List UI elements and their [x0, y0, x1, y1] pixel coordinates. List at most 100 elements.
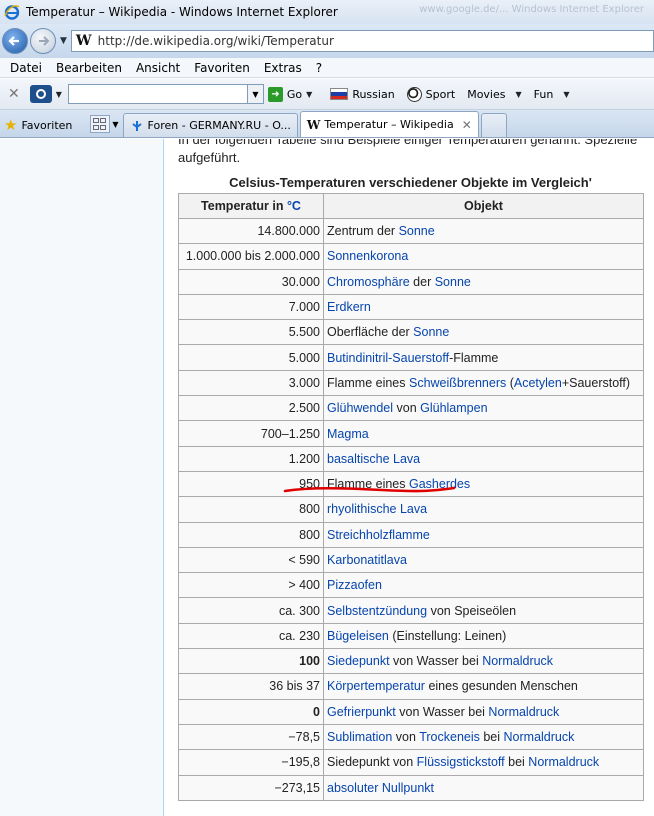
wiki-link[interactable]: Normaldruck [504, 730, 575, 744]
menu-ansicht[interactable]: Ansicht [136, 61, 180, 75]
wiki-link[interactable]: Erdkern [327, 300, 371, 314]
menu-help[interactable]: ? [316, 61, 322, 75]
quick-tabs-icon[interactable] [90, 115, 111, 133]
wiki-link[interactable]: Normaldruck [488, 705, 559, 719]
logo-dropdown-icon[interactable]: ▼ [56, 90, 62, 99]
wiki-link[interactable]: Streichholzflamme [327, 528, 430, 542]
wiki-link[interactable]: Normaldruck [482, 654, 553, 668]
object-cell: Siedepunkt von Flüssigstickstoff bei Nor… [323, 749, 644, 776]
table-row: 1.200 basaltische Lava [178, 445, 644, 472]
close-tab-icon[interactable]: ✕ [462, 118, 472, 132]
object-text: Flamme eines [327, 375, 409, 390]
menu-favoriten[interactable]: Favoriten [194, 61, 250, 75]
go-button[interactable]: ➜ Go ▼ [267, 86, 318, 102]
wiki-link[interactable]: Trockeneis [419, 730, 480, 744]
toolbar-search-input[interactable] [67, 84, 248, 104]
wiki-link[interactable]: rhyolithische Lava [327, 502, 427, 516]
tab-germany-ru[interactable]: Foren - GERMANY.RU - O... [122, 113, 298, 137]
go-label: Go [286, 87, 303, 101]
new-tab-button[interactable] [480, 113, 507, 137]
object-cell: Flamme eines Schweißbrenners (Acetylen+S… [323, 369, 644, 397]
wiki-link[interactable]: Sonne [435, 275, 471, 289]
temperature-cell: 14.800.000 [178, 217, 324, 245]
temperature-cell: −273,15 [178, 774, 324, 801]
object-cell: Selbstentzündung von Speiseölen [323, 597, 644, 624]
temperature-cell: 1.000.000 bis 2.000.000 [178, 243, 324, 270]
object-text: +Sauerstoff) [561, 375, 631, 390]
table-row: −195,8 Siedepunkt von Flüssigstickstoff b… [178, 749, 644, 776]
table-row: 1.000.000 bis 2.000.000 Sonnenkorona [178, 243, 644, 270]
back-button[interactable] [2, 28, 28, 54]
go-arrow-icon: ➜ [267, 86, 283, 102]
temperature-cell: 2.500 [178, 395, 324, 422]
wiki-link[interactable]: Acetylen [514, 376, 562, 390]
object-text: -Flamme [449, 350, 499, 365]
star-icon: ★ [4, 116, 18, 134]
go-dropdown-icon[interactable]: ▼ [306, 90, 312, 99]
wiki-link[interactable]: Chromosphäre [327, 275, 410, 289]
wiki-link[interactable]: basaltische Lava [327, 452, 420, 466]
wiki-link[interactable]: Glühlampen [420, 401, 487, 415]
tab-temperatur[interactable]: W Temperatur – Wikipedia ✕ [299, 111, 479, 137]
movies-button[interactable]: Movies ▼ [467, 88, 521, 101]
wiki-link[interactable]: Flüssigstickstoff [417, 755, 505, 769]
celsius-link[interactable]: °C [287, 199, 301, 213]
wiki-link[interactable]: Selbstentzündung [327, 604, 427, 618]
wiki-link[interactable]: Sublimation [327, 730, 392, 744]
object-text: von Wasser bei [395, 704, 489, 719]
table-row: 800 Streichholzflamme [178, 521, 644, 548]
search-dropdown-icon[interactable]: ▼ [247, 84, 264, 104]
wiki-link[interactable]: Pizzaofen [327, 578, 382, 592]
menu-bearbeiten[interactable]: Bearbeiten [56, 61, 122, 75]
russian-button[interactable]: Russian [330, 88, 395, 101]
object-cell: Erdkern [323, 293, 644, 321]
wiki-link[interactable]: Glühwendel [327, 401, 393, 415]
object-text: eines gesunden Menschen [424, 679, 578, 694]
window-title: Temperatur – Wikipedia - Windows Interne… [26, 5, 338, 19]
object-text: bei [479, 730, 504, 745]
table-row: 0 Gefrierpunkt von Wasser bei Normaldruck [178, 698, 644, 725]
favorites-label: Favoriten [21, 118, 73, 132]
address-bar[interactable]: W http://de.wikipedia.org/wiki/Temperatu… [70, 30, 654, 52]
wiki-link[interactable]: Bügeleisen [327, 629, 389, 643]
forward-arrow-icon [39, 36, 50, 46]
wiki-link[interactable]: Gefrierpunkt [327, 705, 396, 719]
temperature-cell: 0 [178, 698, 324, 725]
object-cell: Chromosphäre der Sonne [323, 268, 644, 295]
forward-button[interactable] [30, 28, 56, 54]
header-temperature-label: Temperatur in [201, 199, 287, 213]
menu-datei[interactable]: Datei [10, 61, 42, 75]
wiki-link[interactable]: Magma [327, 427, 369, 441]
temperature-cell: ca. 300 [178, 597, 324, 624]
wiki-link[interactable]: Schweißbrenners [409, 376, 506, 390]
tab-list-dropdown-icon[interactable]: ▼ [112, 120, 118, 129]
wiki-link[interactable]: Butindinitril-Sauerstoff [327, 351, 449, 365]
object-cell: Körpertemperatur eines gesunden Menschen [323, 673, 644, 700]
address-url[interactable]: http://de.wikipedia.org/wiki/Temperatur [98, 34, 334, 48]
history-dropdown-icon[interactable]: ▼ [60, 36, 67, 46]
wiki-link[interactable]: Sonnenkorona [327, 249, 408, 263]
wiki-link[interactable]: Sonne [399, 224, 435, 238]
forum-favicon-icon [131, 120, 142, 131]
temperature-cell: ca. 230 [178, 622, 324, 650]
object-cell: Butindinitril-Sauerstoff-Flamme [323, 344, 644, 371]
wiki-link[interactable]: absoluter Nullpunkt [327, 781, 434, 795]
favorites-button[interactable]: ★ Favoriten [4, 113, 72, 137]
sport-button[interactable]: Sport [406, 86, 455, 102]
temperature-cell: 3.000 [178, 369, 324, 397]
wiki-link[interactable]: Siedepunkt [327, 654, 390, 668]
fun-button[interactable]: Fun ▼ [534, 88, 570, 101]
wiki-link[interactable]: Normaldruck [528, 755, 599, 769]
wiki-link[interactable]: Sonne [413, 325, 449, 339]
wiki-link[interactable]: Körpertemperatur [327, 679, 425, 693]
temperature-cell: 5.500 [178, 319, 324, 346]
fun-dropdown-icon: ▼ [563, 89, 570, 99]
temperature-cell: 30.000 [178, 268, 324, 295]
table-row: < 590 Karbonatitlava [178, 546, 644, 574]
wiki-link[interactable]: Karbonatitlava [327, 553, 407, 567]
menu-extras[interactable]: Extras [264, 61, 302, 75]
page-content: In der folgenden Tabelle sind Beispiele … [0, 139, 654, 816]
table-row: 30.000 Chromosphäre der Sonne [178, 268, 644, 295]
toolbar-logo-icon[interactable] [29, 85, 52, 103]
close-toolbar-icon[interactable]: ✕ [8, 86, 20, 102]
